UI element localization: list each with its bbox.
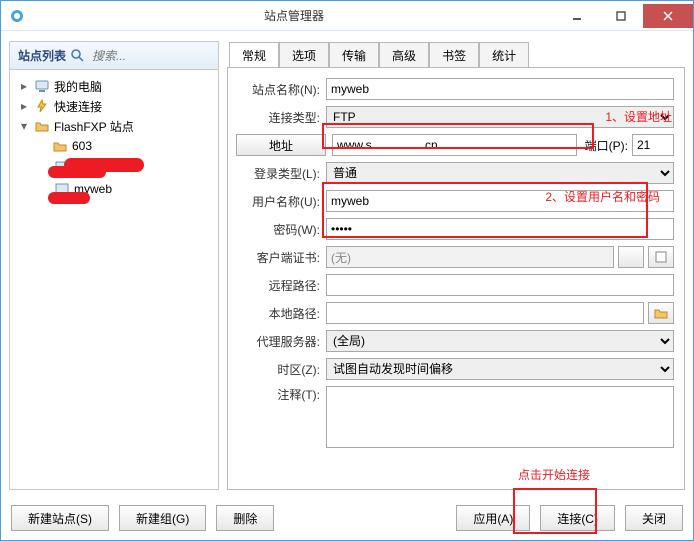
tab-advanced[interactable]: 高级 [379,42,429,68]
clear-cert-button[interactable] [618,246,644,268]
window-controls [555,4,693,28]
sidebar-header: 站点列表 [10,42,218,70]
folder-icon [52,138,68,154]
label-remote-path: 远程路径: [236,277,326,294]
tree-label: 我的电脑 [54,78,102,95]
label-proxy: 代理服务器: [236,333,326,350]
label-password: 密码(W): [236,221,326,238]
username-input[interactable] [326,190,674,212]
label-login-type: 登录类型(L): [236,165,326,182]
address-input[interactable] [332,134,577,156]
annotation-3: 点击开始连接 [518,466,590,483]
tab-bar: 常规 选项 传输 高级 书签 统计 [227,41,685,67]
notes-textarea[interactable] [326,386,674,448]
label-local-path: 本地路径: [236,305,326,322]
tree-node-603[interactable]: 603 [14,136,214,156]
close-dialog-button[interactable]: 关闭 [625,505,683,531]
sidebar-title: 站点列表 [14,47,70,64]
label-conn-type: 连接类型: [236,109,326,126]
folder-open-icon [654,307,668,319]
tree-node-myweb[interactable]: myweb [14,178,214,200]
delete-button[interactable]: 删除 [216,505,274,531]
port-input[interactable] [632,134,674,156]
apply-button[interactable]: 应用(A) [456,505,530,531]
lightning-icon [34,98,50,114]
password-input[interactable] [326,218,674,240]
collapse-icon[interactable]: ▾ [18,119,30,133]
site-tree[interactable]: ▸ 我的电脑 ▸ 快速连接 ▾ FlashFXP 站点 603 [10,70,218,489]
titlebar: 站点管理器 [1,1,693,31]
tab-transfer[interactable]: 传输 [329,42,379,68]
document-icon [654,251,668,263]
new-group-button[interactable]: 新建组(G) [119,505,206,531]
tree-label: 603 [72,139,92,153]
tree-node-my-computer[interactable]: ▸ 我的电脑 [14,76,214,96]
footer: 新建站点(S) 新建组(G) 删除 应用(A) 连接(C) 关闭 [1,496,693,540]
tab-bookmarks[interactable]: 书签 [429,42,479,68]
new-site-button[interactable]: 新建站点(S) [11,505,109,531]
right-pane: 常规 选项 传输 高级 书签 统计 站点名称(N): 连接类型: FTP 地址 [227,41,685,490]
label-client-cert: 客户端证书: [236,249,326,266]
tree-node-quick-connect[interactable]: ▸ 快速连接 [14,96,214,116]
tab-general[interactable]: 常规 [229,42,279,68]
tree-node-redacted[interactable] [14,156,214,178]
tab-stats[interactable]: 统计 [479,42,529,68]
label-timezone: 时区(Z): [236,361,326,378]
body: 站点列表 ▸ 我的电脑 ▸ 快速连接 ▾ [1,31,693,496]
label-username: 用户名称(U): [236,193,326,210]
label-port: 端口(P): [577,137,632,154]
minimize-button[interactable] [555,4,599,28]
conn-type-select[interactable]: FTP [326,106,674,128]
sidebar: 站点列表 ▸ 我的电脑 ▸ 快速连接 ▾ [9,41,219,490]
folder-icon [34,118,50,134]
tree-label: FlashFXP 站点 [54,118,134,135]
browse-local-button[interactable] [648,302,674,324]
window-title: 站点管理器 [33,7,555,24]
remote-path-input[interactable] [326,274,674,296]
proxy-select[interactable]: (全局) [326,330,674,352]
site-manager-window: 站点管理器 站点列表 ▸ [0,0,694,541]
tab-options[interactable]: 选项 [279,42,329,68]
timezone-select[interactable]: 试图自动发现时间偏移 [326,358,674,380]
label-notes: 注释(T): [236,386,326,403]
tree-node-flashfxp[interactable]: ▾ FlashFXP 站点 [14,116,214,136]
address-button[interactable]: 地址 [236,134,326,156]
tree-label: 快速连接 [54,98,102,115]
computer-icon [34,78,50,94]
label-site-name: 站点名称(N): [236,81,326,98]
connect-button[interactable]: 连接(C) [540,505,615,531]
form-general: 站点名称(N): 连接类型: FTP 地址 端口(P): 登录类型(L): 普通 [227,67,685,490]
client-cert-input[interactable] [326,246,614,268]
search-icon[interactable] [70,48,86,64]
site-name-input[interactable] [326,78,674,100]
browse-cert-button[interactable] [648,246,674,268]
close-button[interactable] [643,4,693,28]
app-icon [9,8,25,24]
login-type-select[interactable]: 普通 [326,162,674,184]
expand-icon[interactable]: ▸ [18,99,30,113]
expand-icon[interactable]: ▸ [18,79,30,93]
local-path-input[interactable] [326,302,644,324]
maximize-button[interactable] [599,4,643,28]
